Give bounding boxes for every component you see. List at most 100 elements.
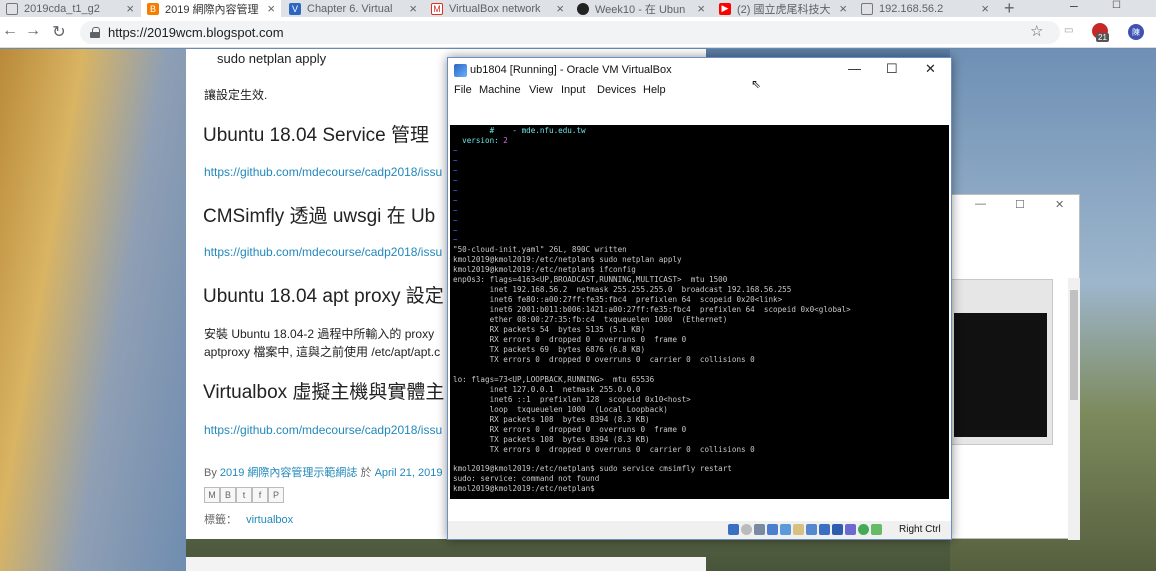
tab-label: 192.168.56.2 (879, 2, 944, 15)
github-icon (577, 2, 589, 15)
blog-share-icon[interactable]: B (220, 487, 236, 503)
terminal-line: version: 2 (453, 135, 508, 145)
menu-file[interactable]: File (454, 84, 472, 96)
email-share-icon[interactable]: M (204, 487, 220, 503)
tab-label: 2019 網際內容管理 (165, 3, 259, 16)
extension-icon[interactable]: ▭ (1064, 25, 1073, 36)
tab-5[interactable]: Week10 - 在 Ubun × (571, 0, 711, 17)
tab-7[interactable]: 192.168.56.2 × (855, 0, 995, 17)
terminal-line: RX errors 0 dropped 0 overruns 0 frame 0 (453, 424, 687, 434)
close-icon[interactable]: × (839, 1, 847, 16)
vt-x-icon[interactable] (845, 524, 856, 535)
shared-folder-icon[interactable] (793, 524, 804, 535)
menu-input[interactable]: Input (561, 84, 585, 96)
post-body-line-1: 安裝 Ubuntu 18.04-2 過程中所輸入的 proxy (204, 327, 435, 341)
menu-devices[interactable]: Devices (597, 84, 636, 96)
hdd-icon[interactable] (728, 524, 739, 535)
doc-icon (6, 2, 18, 15)
close-icon[interactable]: ✕ (1055, 198, 1064, 211)
post-title-2[interactable]: CMSimfly 透過 uwsgi 在 Ub (203, 201, 435, 228)
terminal-line: kmol2019@kmol2019:/etc/netplan$ sudo net… (453, 255, 682, 265)
close-icon[interactable]: × (126, 1, 134, 16)
terminal-output: # - mde.nfu.edu.tw version: 2 ~ ~ ~ ~ ~ ~ ~ ~ ~ ~ "… (453, 126, 949, 494)
bookmark-star-icon[interactable]: ☆ (1030, 22, 1043, 40)
terminal-line: ~ (453, 145, 458, 155)
tab-2[interactable]: B 2019 網際內容管理 × (141, 0, 281, 17)
mouse-integration-icon[interactable] (858, 524, 869, 535)
audio-icon[interactable] (754, 524, 765, 535)
maximize-icon[interactable]: ☐ (886, 61, 898, 77)
forward-icon[interactable]: → (23, 22, 43, 40)
cpu-icon[interactable] (832, 524, 843, 535)
background-window[interactable]: — ☐ ✕ (950, 194, 1080, 540)
labels-prefix: 標籤： (204, 514, 237, 526)
terminal-line: RX packets 54 bytes 5135 (5.1 KB) (453, 325, 646, 335)
terminal-line: TX errors 0 dropped 0 overruns 0 carrier… (453, 444, 755, 454)
keyboard-icon[interactable] (871, 524, 882, 535)
close-icon[interactable]: ✕ (925, 61, 936, 77)
vm-screen[interactable]: # - mde.nfu.edu.tw version: 2 ~ ~ ~ ~ ~ ~ ~ ~ ~ ~ "… (450, 125, 949, 499)
vbox-statusbar: Right Ctrl (448, 521, 951, 539)
label-link[interactable]: virtualbox (246, 514, 293, 526)
pinterest-share-icon[interactable]: P (268, 487, 284, 503)
minimize-icon[interactable]: — (848, 61, 861, 76)
scrollbar-thumb[interactable] (1070, 290, 1078, 400)
terminal-line: ~ (453, 235, 458, 245)
browser-toolbar: ← → ↻ https://2019wcm.blogspot.com ☆ ▭ 2… (0, 17, 1156, 48)
close-icon[interactable]: × (981, 1, 989, 16)
terminal-line: kmol2019@kmol2019:/etc/netplan$ sudo ser… (453, 464, 732, 474)
close-icon[interactable]: × (409, 1, 417, 16)
virtualbox-window[interactable]: ub1804 [Running] - Oracle VM VirtualBox … (447, 57, 952, 540)
terminal-line: sudo: service: command not found (453, 474, 600, 484)
menu-machine[interactable]: Machine (479, 84, 521, 96)
back-icon[interactable]: ← (0, 22, 20, 40)
close-icon[interactable]: × (697, 1, 705, 16)
terminal-line: inet 127.0.0.1 netmask 255.0.0.0 (453, 384, 641, 394)
vbox-titlebar[interactable]: ub1804 [Running] - Oracle VM VirtualBox … (448, 58, 951, 83)
url-text: https://2019wcm.blogspot.com (108, 25, 284, 40)
terminal-line: ~ (453, 195, 458, 205)
post-title-4[interactable]: Virtualbox 虛擬主機與實體主 (203, 377, 444, 404)
host-key-label: Right Ctrl (899, 524, 941, 535)
avatar[interactable]: 陳 (1128, 24, 1144, 40)
close-icon[interactable]: × (267, 1, 275, 16)
network-icon[interactable] (767, 524, 778, 535)
menu-help[interactable]: Help (643, 84, 666, 96)
doc-icon (861, 2, 873, 15)
tab-3[interactable]: V Chapter 6. Virtual × (283, 0, 423, 17)
twitter-share-icon[interactable]: t (236, 487, 252, 503)
post-link-3[interactable]: https://github.com/mdecourse/cadp2018/is… (204, 423, 442, 437)
share-buttons: M B t f P (204, 487, 284, 503)
terminal-line: RX packets 108 bytes 8394 (8.3 KB) (453, 414, 650, 424)
post-title-1[interactable]: Ubuntu 18.04 Service 管理 (203, 120, 429, 147)
vbox-icon (454, 64, 467, 77)
post-link-2[interactable]: https://github.com/mdecourse/cadp2018/is… (204, 245, 442, 259)
close-icon[interactable]: × (556, 1, 564, 16)
byline-author-link[interactable]: 2019 網際內容管理示範網誌 (220, 467, 358, 479)
post-link-1[interactable]: https://github.com/mdecourse/cadp2018/is… (204, 165, 442, 179)
menu-view[interactable]: View (529, 84, 553, 96)
terminal-line: ~ (453, 225, 458, 235)
post-labels: 標籤： virtualbox (204, 511, 293, 527)
recording-icon[interactable] (819, 524, 830, 535)
minimize-icon[interactable]: – (1070, 0, 1078, 13)
lock-icon (90, 27, 100, 38)
tab-1[interactable]: 2019cda_t1_g2 × (0, 0, 140, 17)
address-bar[interactable]: https://2019wcm.blogspot.com (80, 21, 1060, 44)
display-icon[interactable] (806, 524, 817, 535)
next-post-card (186, 557, 706, 571)
reload-icon[interactable]: ↻ (49, 22, 69, 42)
facebook-share-icon[interactable]: f (252, 487, 268, 503)
maximize-icon[interactable]: ☐ (1015, 198, 1025, 211)
usb-icon[interactable] (780, 524, 791, 535)
tab-4[interactable]: M VirtualBox network × (425, 0, 570, 17)
terminal-line: ~ (453, 215, 458, 225)
maximize-icon[interactable]: ☐ (1112, 0, 1121, 11)
optical-drive-icon[interactable] (741, 524, 752, 535)
tab-6[interactable]: ▶ (2) 國立虎尾科技大 × (713, 0, 853, 17)
byline-date-link[interactable]: April 21, 2019 (375, 467, 443, 479)
post-title-3[interactable]: Ubuntu 18.04 apt proxy 設定 (203, 281, 444, 308)
minimize-icon[interactable]: — (975, 198, 986, 210)
